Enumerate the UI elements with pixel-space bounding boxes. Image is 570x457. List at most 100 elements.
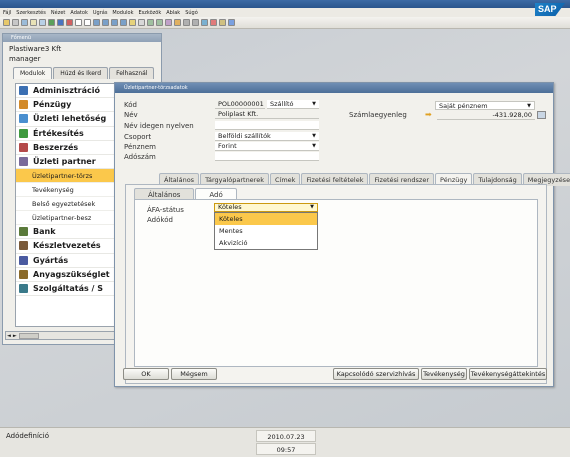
tax-panel: ÁFA-státus Adókód [134,199,538,367]
add-icon[interactable] [84,19,91,26]
status-message: Adódefiníció [6,432,50,440]
menu-tools[interactable]: Eszközök [138,10,161,16]
currency-dropdown[interactable]: Forint ▼ [215,142,319,151]
status-date: 2010.07.23 [256,430,316,442]
vat-option-acquisition[interactable]: Akvizíció [215,237,317,249]
report-icon[interactable] [165,19,172,26]
main-menu-tabs: Modulok Húzd és Ikerd Felhasznál [3,67,161,79]
business-partners-icon [19,157,28,167]
tab-drag-relate[interactable]: Húzd és Ikerd [53,67,109,79]
banking-icon [19,227,28,237]
mrp-icon [19,269,28,279]
vat-option-exempt[interactable]: Mentes [215,225,317,237]
find-icon[interactable] [75,19,82,26]
administration-icon [19,86,28,96]
bp-window-title[interactable]: Üzletipartner-törzsadatok [115,83,553,93]
lock-icon[interactable] [219,19,226,26]
last-record-icon[interactable] [120,19,127,26]
open-icon[interactable] [3,19,10,26]
status-bar: Adódefiníció 2010.07.23 09:57 [0,427,570,457]
chevron-down-icon: ▼ [312,133,316,139]
target-document-icon[interactable] [156,19,163,26]
user-name: manager [9,55,41,63]
menu-modules[interactable]: Modulok [112,10,133,16]
tab-user-menu[interactable]: Felhasznál [109,67,155,79]
menu-window[interactable]: Ablak [166,10,180,16]
sales-icon [19,128,28,138]
financials-icon [19,100,28,110]
scroll-thumb[interactable] [18,332,39,339]
vat-status-label: ÁFA-státus [147,206,184,214]
menu-bar: Fájl Szerkesztés Nézet Adatok Ugrás Modu… [0,8,570,17]
company-name: Plastiware3 Kft [9,45,62,53]
bp-type-dropdown[interactable]: Szállító ▼ [267,100,319,109]
chart-icon[interactable] [537,111,546,119]
chevron-down-icon: ▼ [312,101,316,107]
tax-number-field[interactable] [215,152,319,161]
bp-master-data-window: Üzletipartner-törzsadatok Kód POL0000000… [114,82,570,387]
chevron-down-icon: ▼ [312,143,316,149]
vat-option-liable[interactable]: Köteles [215,213,317,225]
group-dropdown[interactable]: Belföldi szállítók ▼ [215,132,319,141]
email-icon[interactable] [30,19,37,26]
menu-file[interactable]: Fájl [3,10,11,16]
ok-button[interactable]: OK [123,368,169,380]
account-balance-value: -431.928,00 [437,111,535,120]
scroll-left-icon[interactable]: ◄ [7,333,11,339]
menu-view[interactable]: Nézet [51,10,65,16]
foreign-name-label: Név idegen nyelven [124,122,194,130]
name-field[interactable]: Poliplast Kft. [215,110,319,119]
print-icon[interactable] [12,19,19,26]
menu-goto[interactable]: Ugrás [93,10,108,16]
form-settings-icon[interactable] [192,19,199,26]
gross-profit-icon[interactable] [174,19,181,26]
help-icon[interactable] [228,19,235,26]
cancel-button[interactable]: Mégsem [171,368,217,380]
filter-icon[interactable] [129,19,136,26]
pdf-icon[interactable] [66,19,73,26]
accounting-panel: Általános Adó ÁFA-státus Adókód [125,184,547,384]
vat-status-options: Köteles Mentes Akvizíció [214,212,318,250]
related-service-calls-button[interactable]: Kapcsolódó szervizhívás [333,368,419,380]
activity-button[interactable]: Tevékenység [421,368,467,380]
scroll-right-icon[interactable]: ► [13,333,17,339]
excel-icon[interactable] [48,19,55,26]
currency-view-dropdown[interactable]: Saját pénznem ▼ [435,101,535,110]
first-record-icon[interactable] [93,19,100,26]
main-menu-title[interactable]: Főmenü [3,34,161,42]
word-icon[interactable] [57,19,64,26]
code-field[interactable]: POL00000001 [215,100,265,109]
next-record-icon[interactable] [111,19,118,26]
tab-modules[interactable]: Modulok [13,67,53,79]
status-time: 09:57 [256,443,316,455]
toolbar [0,17,570,29]
chevron-down-icon: ▼ [527,103,531,109]
link-arrow-icon[interactable]: ➡ [425,110,432,119]
vat-status-dropdown[interactable]: Köteles ▼ [214,203,318,212]
menu-data[interactable]: Adatok [70,10,88,16]
sort-icon[interactable] [138,19,145,26]
purchasing-icon [19,142,28,152]
fax-icon[interactable] [39,19,46,26]
group-label: Csoport [124,133,152,141]
tax-number-label: Adószám [124,153,156,161]
name-label: Név [124,111,138,119]
activity-overview-button[interactable]: Tevékenységáttekintés [469,368,547,380]
production-icon [19,255,28,265]
menu-help[interactable]: Súgó [185,10,198,16]
title-bar [0,0,570,8]
preview-icon[interactable] [21,19,28,26]
service-icon [19,283,28,293]
tax-code-label: Adókód [147,216,173,224]
calendar-icon[interactable] [210,19,217,26]
menu-edit[interactable]: Szerkesztés [16,10,46,16]
settings-icon[interactable] [183,19,190,26]
base-document-icon[interactable] [147,19,154,26]
chevron-down-icon: ▼ [310,204,314,210]
code-label: Kód [124,101,137,109]
messages-icon[interactable] [201,19,208,26]
previous-record-icon[interactable] [102,19,109,26]
opportunities-icon [19,114,28,124]
account-balance-label: Számlaegyenleg [349,111,407,119]
foreign-name-field[interactable] [215,121,319,130]
